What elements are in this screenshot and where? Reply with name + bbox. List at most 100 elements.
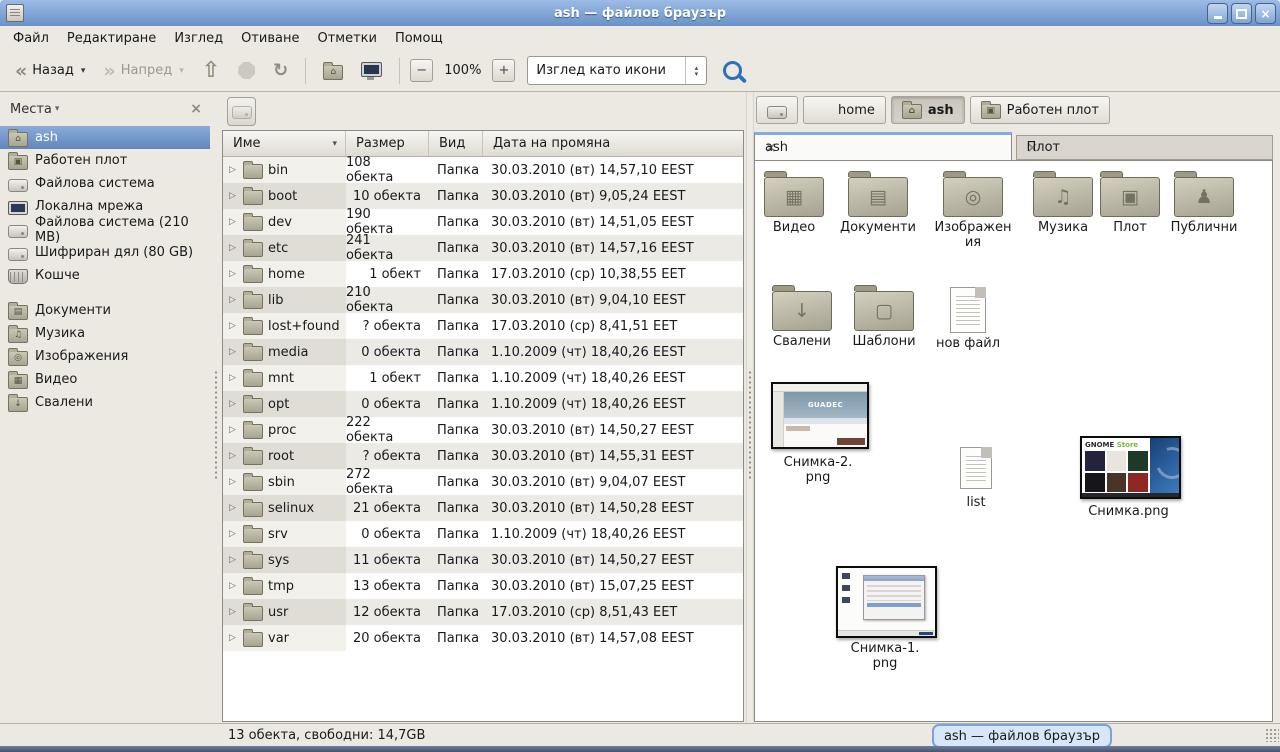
up-button[interactable]: ⇧ [195,60,227,82]
expander-icon[interactable]: ▷ [229,451,238,461]
home-button[interactable]: ⌂ [316,58,350,84]
column-header-date[interactable]: Дата на промяна [483,131,743,156]
pathbar-button[interactable]: ▣ Работен плот [970,96,1110,124]
column-header-name[interactable]: Име▾ [223,131,346,156]
expander-icon[interactable]: ▷ [229,633,238,643]
table-row[interactable]: ▷ usr 12 обекта Папка 17.03.2010 (ср) 8,… [223,599,743,625]
reload-button[interactable]: ↻ [266,60,295,82]
table-row[interactable]: ▷ root ? обекта Папка 30.03.2010 (вт) 14… [223,443,743,469]
menu-item[interactable]: Отметки [308,28,385,49]
file-item-templates[interactable]: ▢ Шаблони [845,283,923,349]
table-row[interactable]: ▷ bin 108 обекта Папка 30.03.2010 (вт) 1… [223,157,743,183]
expander-icon[interactable]: ▷ [229,243,238,253]
column-header-size[interactable]: Размер [346,131,429,156]
root-location-button[interactable] [227,97,256,126]
sidebar-item[interactable]: ♫ Музика [0,322,210,345]
table-row[interactable]: ▷ proc 222 обекта Папка 30.03.2010 (вт) … [223,417,743,443]
expander-icon[interactable]: ▷ [229,373,238,383]
menu-item[interactable]: Отиване [232,28,308,49]
menu-item[interactable]: Помощ [386,28,452,49]
sidebar-item[interactable]: Кошче [0,264,210,287]
file-label[interactable]: Снимка-2.png [771,455,865,485]
table-row[interactable]: ▷ srv 0 обекта Папка 1.10.2009 (чт) 18,4… [223,521,743,547]
expander-icon[interactable]: ▷ [229,269,238,279]
expander-icon[interactable]: ▷ [229,217,238,227]
file-item-new-file[interactable]: нов файл [929,283,1007,351]
table-row[interactable]: ▷ home 1 обект Папка 17.03.2010 (ср) 10,… [223,261,743,287]
expander-icon[interactable]: ▷ [229,581,238,591]
sidebar-item[interactable]: Файлова система [0,172,210,195]
sidebar-item[interactable]: Шифриран дял (80 GB) [0,241,210,264]
sidebar-item[interactable]: ⌂ ash [0,126,210,149]
expander-icon[interactable]: ▷ [229,607,238,617]
expander-icon[interactable]: ▷ [229,503,238,513]
expander-icon[interactable]: ▷ [229,555,238,565]
sidebar-item[interactable]: ▤ Документи [0,299,210,322]
column-header-type[interactable]: Вид [429,131,483,156]
table-row[interactable]: ▷ media 0 обекта Папка 1.10.2009 (чт) 18… [223,339,743,365]
file-item-desktop[interactable]: ▣ Плот [1091,169,1169,235]
file-item-video[interactable]: ▦ Видео [755,169,833,235]
expander-icon[interactable]: ▷ [229,529,238,539]
forward-button[interactable]: » Напред ▾ [96,59,190,82]
table-row[interactable]: ▷ dev 190 обекта Папка 30.03.2010 (вт) 1… [223,209,743,235]
tab[interactable]: Плот × [1016,135,1274,160]
file-item-pictures[interactable]: ◎ Изображения [934,169,1012,250]
file-item-list[interactable]: list [946,447,1006,510]
table-row[interactable]: ▷ lib 210 обекта Папка 30.03.2010 (вт) 9… [223,287,743,313]
table-row[interactable]: ▷ tmp 13 обекта Папка 30.03.2010 (вт) 15… [223,573,743,599]
file-item-snimka1-thumbnail[interactable] [836,566,937,638]
places-dropdown-icon[interactable]: ▾ [55,104,190,114]
menu-item[interactable]: Файл [4,28,58,49]
table-row[interactable]: ▷ selinux 21 обекта Папка 30.03.2010 (вт… [223,495,743,521]
expander-icon[interactable]: ▷ [229,191,238,201]
expander-icon[interactable]: ▷ [229,425,238,435]
zoom-out-button[interactable]: − [410,59,433,82]
search-icon[interactable] [723,61,742,80]
table-row[interactable]: ▷ sys 11 обекта Папка 30.03.2010 (вт) 14… [223,547,743,573]
table-row[interactable]: ▷ lost+found ? обекта Папка 17.03.2010 (… [223,313,743,339]
file-item-downloads[interactable]: ↓ Свалени [763,283,841,349]
zoom-in-button[interactable]: + [492,59,515,82]
pane-splitter[interactable] [746,92,754,723]
expander-icon[interactable]: ▷ [229,165,238,175]
sidebar-item[interactable]: ▦ Видео [0,368,210,391]
maximize-button[interactable] [1231,3,1252,24]
table-row[interactable]: ▷ mnt 1 обект Папка 1.10.2009 (чт) 18,40… [223,365,743,391]
menu-item[interactable]: Изглед [165,28,232,49]
taskbar-window-button[interactable]: ash — файлов браузър [932,724,1112,748]
file-label[interactable]: Снимка-1.png [850,641,920,671]
sidebar-splitter[interactable] [210,92,221,723]
file-item-snimka2-thumbnail[interactable]: GUADEC [771,382,869,449]
expander-icon[interactable]: ▷ [229,321,238,331]
resize-grip[interactable] [1265,728,1279,742]
sidebar-item[interactable]: ↓ Свалени [0,391,210,414]
table-row[interactable]: ▷ opt 0 обекта Папка 1.10.2009 (чт) 18,4… [223,391,743,417]
tab[interactable]: ash × [754,132,1012,160]
table-row[interactable]: ▷ var 20 обекта Папка 30.03.2010 (вт) 14… [223,625,743,651]
file-item-snimka-thumbnail[interactable]: GNOME Store [1080,436,1181,499]
expander-icon[interactable]: ▷ [229,347,238,357]
expander-icon[interactable]: ▷ [229,477,238,487]
pathbar-button[interactable]: home [803,96,886,124]
table-row[interactable]: ▷ boot 10 обекта Папка 30.03.2010 (вт) 9… [223,183,743,209]
file-label[interactable]: Снимка.png [1070,504,1187,519]
file-item-public[interactable]: ♟ Публични [1165,169,1243,235]
spinner-arrows-icon[interactable]: ▴▾ [685,57,706,84]
minimize-button[interactable] [1207,3,1228,24]
close-button[interactable]: × [1255,3,1276,24]
table-row[interactable]: ▷ sbin 272 обекта Папка 30.03.2010 (вт) … [223,469,743,495]
places-close-icon[interactable]: × [190,102,202,116]
sidebar-item[interactable]: ◎ Изображения [0,345,210,368]
back-history-dropdown-icon[interactable]: ▾ [81,66,86,76]
pathbar-button[interactable] [756,96,798,124]
expander-icon[interactable]: ▷ [229,399,238,409]
computer-button[interactable] [354,58,389,84]
sidebar-item[interactable]: Файлова система (210 MB) [0,218,210,241]
back-button[interactable]: « Назад ▾ [8,59,92,82]
pathbar-button[interactable]: ⌂ ash [891,96,965,124]
view-mode-select[interactable]: Изглед като икони ▴▾ [527,56,707,85]
file-item-documents[interactable]: ▤ Документи [839,169,917,235]
menu-item[interactable]: Редактиране [58,28,165,49]
table-row[interactable]: ▷ etc 241 обекта Папка 30.03.2010 (вт) 1… [223,235,743,261]
